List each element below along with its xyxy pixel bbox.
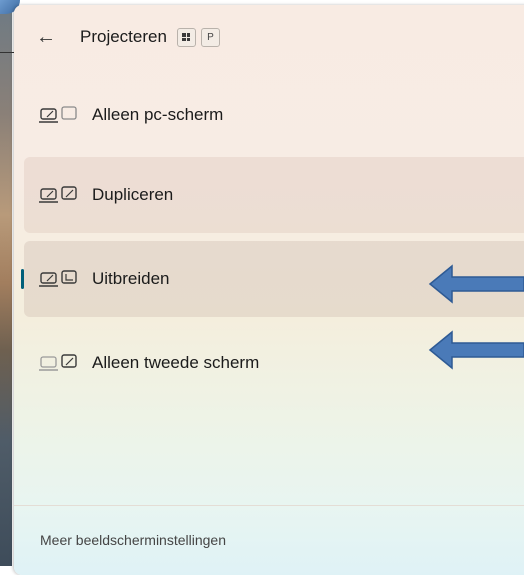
extend-icon xyxy=(39,270,89,288)
annotation-arrow-left-icon xyxy=(428,330,524,370)
panel-title: Projecteren xyxy=(80,27,167,46)
option-pc-screen-only[interactable]: Alleen pc-scherm xyxy=(24,77,524,153)
option-label: Dupliceren xyxy=(92,185,174,204)
second-screen-only-icon xyxy=(39,354,89,372)
annotation-arrow-left-icon xyxy=(428,264,524,304)
option-label: Alleen tweede scherm xyxy=(92,353,260,372)
shortcut-key-p: P xyxy=(200,27,220,47)
pc-screen-only-icon xyxy=(39,106,89,124)
option-duplicate[interactable]: Dupliceren xyxy=(24,157,524,233)
windows-key-icon xyxy=(176,27,196,47)
desktop-background xyxy=(0,0,12,566)
back-arrow-icon[interactable]: ← xyxy=(36,25,62,49)
panel-header: ← Projecteren P xyxy=(36,25,220,49)
duplicate-icon xyxy=(39,186,89,204)
selection-indicator xyxy=(21,269,24,289)
more-display-settings-link[interactable]: Meer beeldscherminstellingen xyxy=(40,532,226,548)
option-label: Uitbreiden xyxy=(92,269,170,288)
option-label: Alleen pc-scherm xyxy=(92,105,224,124)
footer-divider xyxy=(14,505,524,506)
